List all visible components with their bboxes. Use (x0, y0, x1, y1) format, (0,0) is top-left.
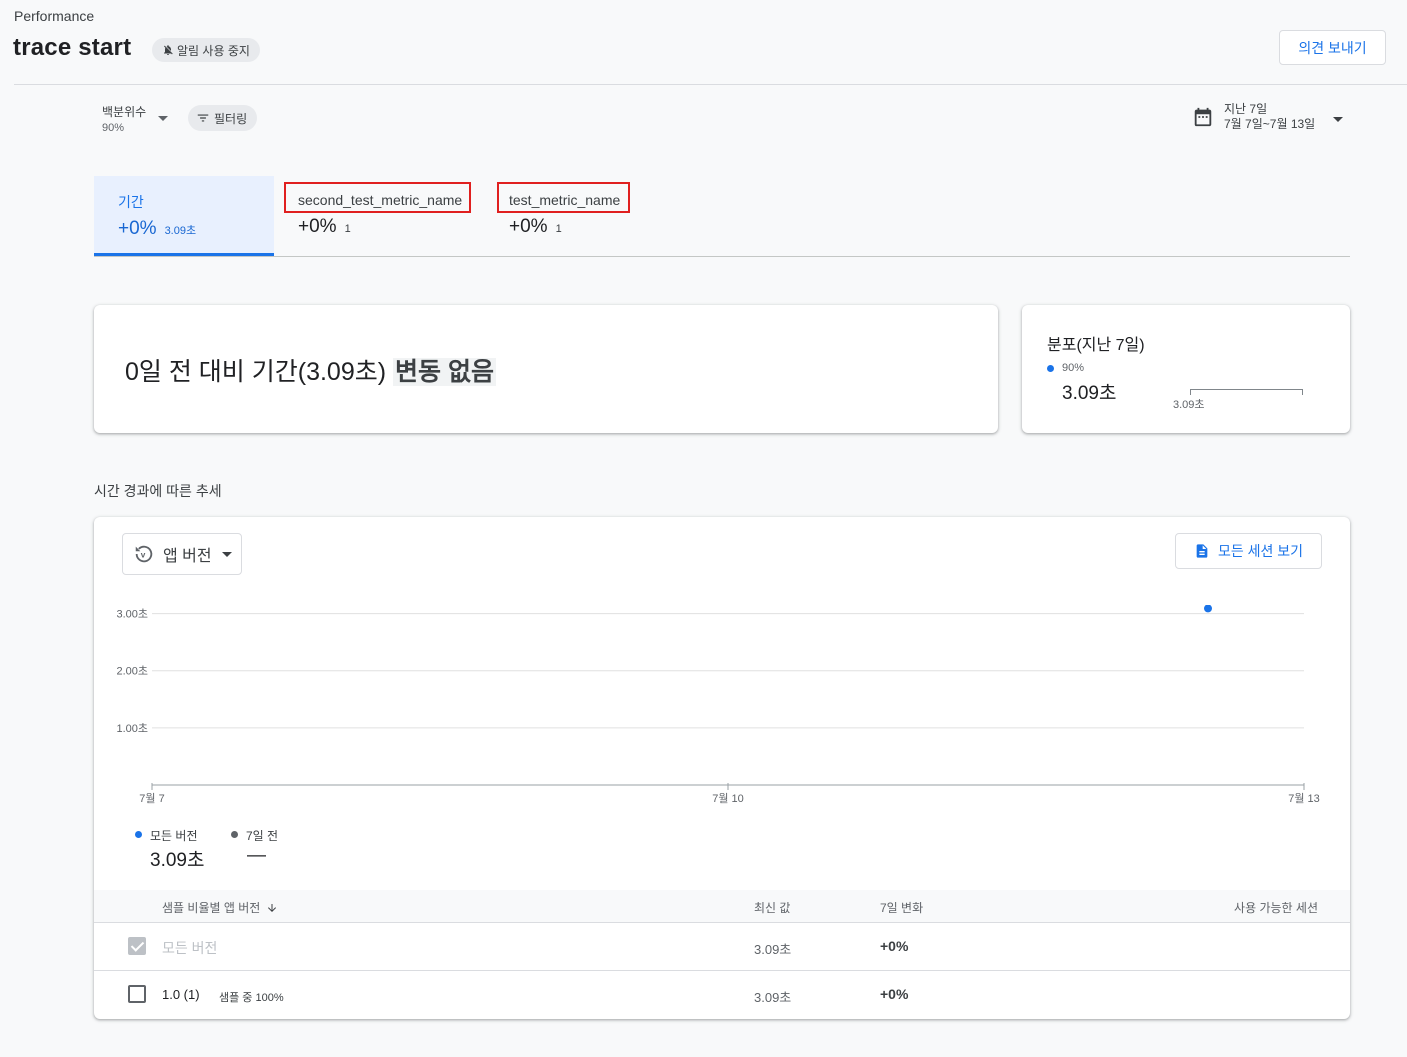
tab-value: 1 (344, 223, 351, 235)
row-latest-value: 3.09초 (754, 942, 792, 957)
legend-name-all-versions: 모든 버전 (150, 829, 198, 843)
data-point[interactable] (1204, 605, 1212, 613)
tab-change: +0% (118, 218, 157, 239)
table-row: 모든 버전 3.09초 +0% (94, 923, 1350, 971)
calendar-icon (1194, 107, 1212, 127)
column-header-change: 7일 변화 (880, 901, 924, 915)
x-tick-label: 7월 7 (139, 792, 164, 805)
table-row: 1.0 (1) 샘플 중 100% 3.09초 +0% (94, 971, 1350, 1019)
percentile-select[interactable]: 백분위수 90% (102, 103, 146, 134)
column-header-sessions: 사용 가능한 세션 (1234, 901, 1318, 915)
highlight-box (497, 182, 630, 213)
arrow-down-icon (268, 903, 277, 912)
distribution-title: 분포(지난 7일) (1047, 337, 1145, 354)
y-tick-label: 3.00초 (116, 608, 148, 621)
alert-status-chip[interactable]: 알림 사용 중지 (152, 38, 260, 62)
tab-value: 1 (555, 223, 562, 235)
date-range-value: 7월 7일~7월 13일 (1224, 117, 1316, 131)
view-all-sessions-label: 모든 세션 보기 (1217, 543, 1304, 559)
summary-highlight: 변동 없음 (393, 358, 496, 386)
trend-chart: 1.00초 2.00초 3.00초 7월 7 7월 10 7월 13 (116, 605, 1320, 805)
breadcrumb[interactable]: Performance (14, 8, 94, 24)
alert-chip-label: 알림 사용 중지 (177, 43, 250, 58)
view-all-sessions-button[interactable]: 모든 세션 보기 (1175, 533, 1322, 569)
filter-button[interactable]: 필터링 (188, 105, 258, 131)
highlight-box (284, 182, 471, 213)
distribution-value: 3.09초 (1062, 383, 1117, 404)
legend-value-all-versions: 3.09초 (150, 850, 205, 871)
table-header: 샘플 비율별 앱 버전 최신 값 7일 변화 사용 가능한 세션 (94, 890, 1350, 923)
tab-change: +0% (509, 216, 548, 237)
header-divider (14, 84, 1407, 85)
column-header-latest: 최신 값 (754, 901, 791, 915)
percentile-value: 90% (102, 122, 125, 134)
summary-main: 0일 전 대비 기간(3.09초) (125, 358, 387, 386)
date-range-picker[interactable]: 지난 7일 7월 7일~7월 13일 (1192, 102, 1315, 132)
row-sample-share: 샘플 중 100% (219, 992, 284, 1004)
distribution-axis (1190, 389, 1303, 395)
distribution-card: 분포(지난 7일) 90% 3.09초 3.09초 (1022, 305, 1350, 433)
summary-card: 0일 전 대비 기간(3.09초) 변동 없음 (94, 305, 998, 433)
app-version-label: 앱 버전 (163, 548, 212, 565)
y-tick-label: 2.00초 (116, 665, 148, 678)
percentile-caret-icon[interactable] (158, 116, 168, 121)
legend-dot-all-versions (135, 831, 142, 838)
legend-name-7-days-ago: 7일 전 (246, 829, 279, 843)
trend-card: v 앱 버전 모든 세션 보기 1.00초 2.00초 3.00초 7월 7 7월 1… (94, 517, 1350, 1019)
column-header-version[interactable]: 샘플 비율별 앱 버전 (162, 899, 278, 916)
filter-icon (197, 114, 209, 122)
column-header-version-label: 샘플 비율별 앱 버전 (162, 901, 261, 915)
row-change-value: +0% (880, 938, 909, 954)
x-tick-label: 7월 10 (712, 792, 744, 805)
legend-value-7-days-ago: — (247, 845, 266, 866)
tabs-divider (94, 256, 1350, 257)
row-version-name: 1.0 (1) (162, 987, 200, 1002)
app-version-select[interactable]: v 앱 버전 (122, 533, 242, 575)
row-change-value: +0% (880, 986, 909, 1002)
trend-heading: 시간 경과에 따른 추세 (94, 483, 222, 499)
document-icon (1196, 544, 1208, 558)
filter-label: 필터링 (214, 111, 248, 126)
version-history-icon: v (135, 545, 153, 563)
distribution-percentile: 90% (1062, 362, 1085, 374)
distribution-tick: 3.09초 (1173, 399, 1205, 411)
chevron-down-icon (221, 551, 232, 557)
svg-text:v: v (141, 551, 146, 560)
row-checkbox[interactable] (128, 985, 146, 1003)
x-tick-label: 7월 13 (1288, 792, 1320, 805)
y-tick-label: 1.00초 (116, 722, 148, 735)
distribution-legend-dot (1047, 365, 1054, 372)
tab-change: +0% (298, 216, 337, 237)
send-feedback-button[interactable]: 의견 보내기 (1279, 30, 1386, 65)
page-title: trace start (13, 34, 132, 61)
bell-off-icon (164, 45, 173, 55)
row-latest-value: 3.09초 (754, 990, 792, 1005)
date-range-label: 지난 7일 (1224, 102, 1268, 116)
row-version-name: 모든 버전 (162, 940, 218, 956)
date-range-caret-icon[interactable] (1333, 117, 1343, 122)
tab-value: 3.09초 (164, 225, 197, 237)
row-checkbox[interactable] (128, 937, 146, 955)
legend-dot-7-days-ago (231, 831, 238, 838)
percentile-label: 백분위수 (102, 105, 147, 119)
tab-name: 기간 (118, 194, 144, 210)
tab-duration[interactable]: 기간 +0% 3.09초 (94, 176, 274, 256)
summary-text: 0일 전 대비 기간(3.09초) 변동 없음 (125, 352, 496, 388)
